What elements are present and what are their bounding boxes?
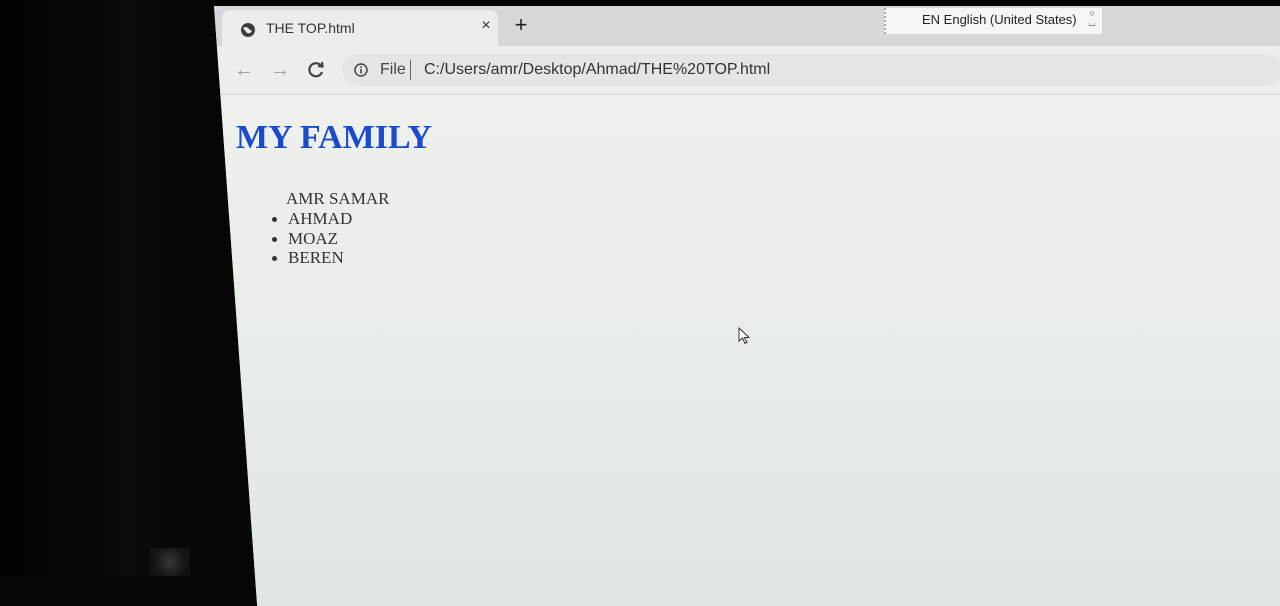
tab-strip: THE TOP.html × + EN English (United Stat… xyxy=(214,6,1280,46)
list-item: MOAZ xyxy=(270,229,352,249)
reload-icon[interactable] xyxy=(304,58,328,82)
back-arrow-icon[interactable]: ← xyxy=(232,58,256,82)
tab-title: THE TOP.html xyxy=(266,20,355,36)
info-icon[interactable] xyxy=(354,63,368,77)
forward-arrow-icon[interactable]: → xyxy=(268,58,292,82)
desk-reflection xyxy=(150,548,190,576)
page-content: MY FAMILY AMR SAMAR AHMAD MOAZ BEREN xyxy=(214,95,1280,606)
plus-icon[interactable]: + xyxy=(510,14,532,36)
url-text[interactable]: C:/Users/amr/Desktop/Ahmad/THE%20TOP.htm… xyxy=(424,61,770,79)
close-icon[interactable]: × xyxy=(476,16,496,36)
mouse-cursor-icon xyxy=(738,327,750,345)
page-title: MY FAMILY xyxy=(236,119,433,156)
tab-the-top[interactable]: THE TOP.html × xyxy=(222,10,498,46)
language-label: EN English (United States) xyxy=(922,12,1077,27)
address-bar[interactable]: File C:/Users/amr/Desktop/Ahmad/THE%20TO… xyxy=(342,54,1280,86)
language-bar-options-icon[interactable]: ○ ⌴ xyxy=(1086,8,1098,28)
family-parent-label: AMR SAMAR xyxy=(286,189,390,208)
language-bar[interactable]: EN English (United States) ○ ⌴ xyxy=(884,8,1102,34)
list-item: BEREN xyxy=(270,248,352,268)
list-item: AHMAD xyxy=(270,209,352,229)
browser-window: THE TOP.html × + EN English (United Stat… xyxy=(214,6,1280,606)
globe-icon xyxy=(241,23,255,37)
url-separator xyxy=(410,60,411,80)
browser-toolbar: ← → File C:/Users/amr/Desktop/Ahmad/THE%… xyxy=(214,46,1280,95)
family-list: AHMAD MOAZ BEREN xyxy=(270,209,352,268)
url-scheme-label: File xyxy=(380,61,406,78)
